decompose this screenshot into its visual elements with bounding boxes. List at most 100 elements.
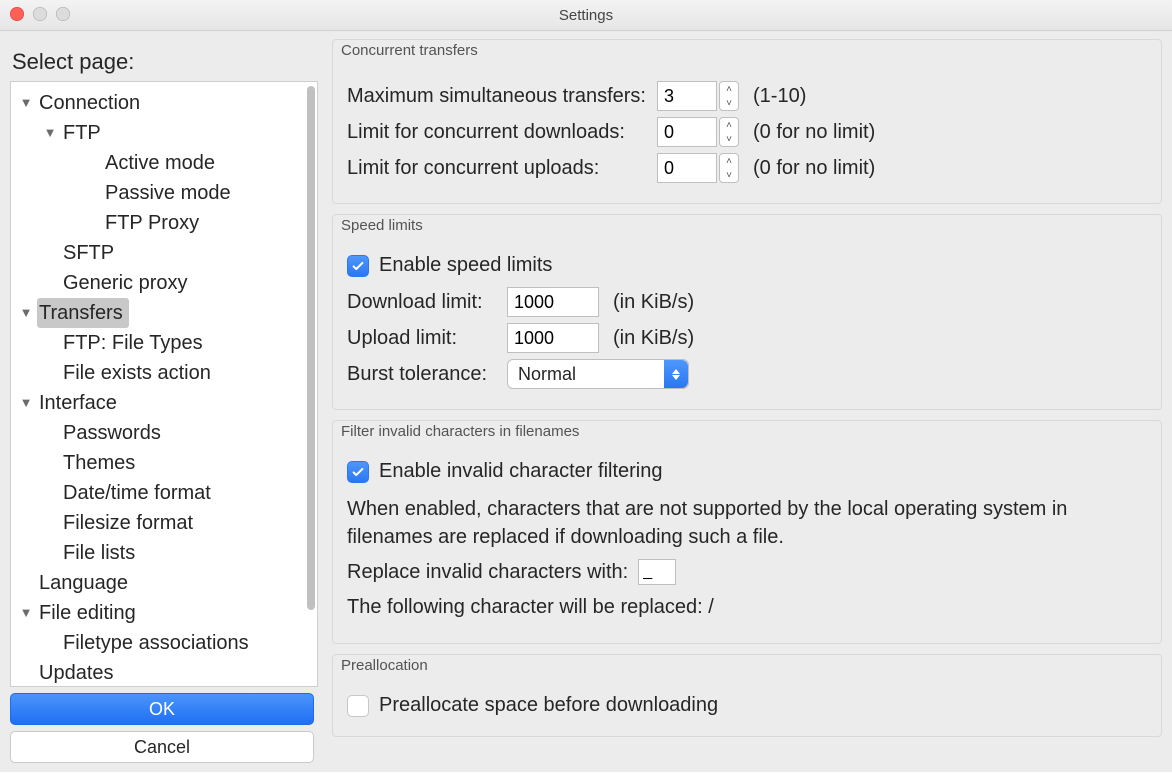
chevron-up-down-icon [664, 360, 688, 388]
disclosure-triangle-icon[interactable]: ▼ [15, 598, 37, 628]
titlebar[interactable]: Settings [0, 0, 1172, 31]
concurrent-uploads-input[interactable] [657, 153, 717, 183]
tree-item[interactable]: ▼Active mode [15, 148, 317, 178]
disclosure-triangle-icon[interactable]: ▼ [15, 88, 37, 118]
tree-item[interactable]: ▼FTP [15, 118, 317, 148]
tree-item[interactable]: ▼SFTP [15, 238, 317, 268]
tree-item-label: Active mode [103, 148, 221, 178]
upload-limit-unit: (in KiB/s) [613, 327, 694, 350]
char-filtering-description: When enabled, characters that are not su… [347, 495, 1147, 551]
window-title: Settings [559, 7, 613, 24]
window-controls [10, 7, 70, 21]
max-transfers-input[interactable] [657, 81, 717, 111]
enable-speed-limits-checkbox[interactable]: Enable speed limits [347, 254, 552, 277]
group-filter-invalid-chars: Filter invalid characters in filenames E… [332, 420, 1162, 644]
concurrent-downloads-hint: (0 for no limit) [753, 121, 875, 144]
sidebar: Select page: ▼Connection▼FTP▼Active mode… [0, 31, 318, 773]
disclosure-triangle-icon[interactable]: ▼ [15, 388, 37, 418]
tree-item[interactable]: ▼File editing [15, 598, 317, 628]
checkbox-icon [347, 695, 369, 717]
tree-item-label: File exists action [61, 358, 217, 388]
enable-char-filtering-checkbox[interactable]: Enable invalid character filtering [347, 460, 663, 483]
tree-item[interactable]: ▼Filetype associations [15, 628, 317, 658]
enable-speed-limits-label: Enable speed limits [379, 254, 552, 277]
download-limit-unit: (in KiB/s) [613, 291, 694, 314]
download-limit-label: Download limit: [347, 291, 507, 314]
tree-item-label: Passive mode [103, 178, 237, 208]
preallocate-checkbox[interactable]: Preallocate space before downloading [347, 694, 718, 717]
tree-item-label: Date/time format [61, 478, 217, 508]
tree-item-label: Themes [61, 448, 141, 478]
disclosure-triangle-icon[interactable]: ▼ [39, 118, 61, 148]
tree-item[interactable]: ▼Passwords [15, 418, 317, 448]
tree-item-label: Language [37, 568, 134, 598]
tree-item-label: SFTP [61, 238, 120, 268]
tree-item-label: FTP: File Types [61, 328, 209, 358]
concurrent-downloads-stepper[interactable]: ˄˅ [719, 117, 739, 147]
tree-item-label: File lists [61, 538, 141, 568]
enable-char-filtering-label: Enable invalid character filtering [379, 460, 663, 483]
tree-container: ▼Connection▼FTP▼Active mode▼Passive mode… [10, 81, 318, 687]
tree-item[interactable]: ▼Date/time format [15, 478, 317, 508]
tree-item[interactable]: ▼Language [15, 568, 317, 598]
checkbox-icon [347, 461, 369, 483]
ok-button[interactable]: OK [10, 693, 314, 725]
tree-item[interactable]: ▼Generic proxy [15, 268, 317, 298]
tree-item[interactable]: ▼File exists action [15, 358, 317, 388]
tree-item-label: FTP [61, 118, 107, 148]
group-speed-limits: Speed limits Enable speed limits Downloa… [332, 214, 1162, 410]
group-title: Filter invalid characters in filenames [333, 421, 1161, 446]
group-title: Speed limits [333, 215, 1161, 240]
concurrent-downloads-label: Limit for concurrent downloads: [347, 121, 657, 144]
tree-item[interactable]: ▼Transfers [15, 298, 317, 328]
group-preallocation: Preallocation Preallocate space before d… [332, 654, 1162, 737]
concurrent-uploads-hint: (0 for no limit) [753, 157, 875, 180]
tree-item-label: Filetype associations [61, 628, 255, 658]
max-transfers-label: Maximum simultaneous transfers: [347, 85, 657, 108]
burst-tolerance-value: Normal [518, 364, 576, 385]
minimize-icon[interactable] [33, 7, 47, 21]
page-tree[interactable]: ▼Connection▼FTP▼Active mode▼Passive mode… [11, 82, 317, 686]
tree-item-label: Connection [37, 88, 146, 118]
tree-item-label: Passwords [61, 418, 167, 448]
tree-item-label: File editing [37, 598, 142, 628]
tree-item[interactable]: ▼File lists [15, 538, 317, 568]
burst-tolerance-select[interactable]: Normal [507, 359, 689, 389]
max-transfers-hint: (1-10) [753, 85, 806, 108]
upload-limit-label: Upload limit: [347, 327, 507, 350]
tree-item-label: Generic proxy [61, 268, 194, 298]
group-concurrent-transfers: Concurrent transfers Maximum simultaneou… [332, 39, 1162, 204]
concurrent-downloads-input[interactable] [657, 117, 717, 147]
replace-char-input[interactable] [638, 559, 676, 585]
settings-page-transfers: Concurrent transfers Maximum simultaneou… [318, 31, 1172, 773]
tree-item[interactable]: ▼Themes [15, 448, 317, 478]
upload-limit-input[interactable] [507, 323, 599, 353]
tree-item[interactable]: ▼Connection [15, 88, 317, 118]
tree-item-label: Filesize format [61, 508, 199, 538]
group-title: Preallocation [333, 655, 1161, 680]
tree-item[interactable]: ▼Passive mode [15, 178, 317, 208]
close-icon[interactable] [10, 7, 24, 21]
replace-char-label: Replace invalid characters with: [347, 561, 628, 584]
concurrent-uploads-label: Limit for concurrent uploads: [347, 157, 657, 180]
preallocate-label: Preallocate space before downloading [379, 694, 718, 717]
disclosure-triangle-icon[interactable]: ▼ [15, 298, 37, 328]
tree-item-label: Transfers [37, 298, 129, 328]
tree-item[interactable]: ▼Interface [15, 388, 317, 418]
tree-item[interactable]: ▼Updates [15, 658, 317, 686]
zoom-icon[interactable] [56, 7, 70, 21]
tree-item[interactable]: ▼Filesize format [15, 508, 317, 538]
checkbox-icon [347, 255, 369, 277]
max-transfers-stepper[interactable]: ˄˅ [719, 81, 739, 111]
scroll-thumb[interactable] [307, 86, 315, 610]
tree-item[interactable]: ▼FTP: File Types [15, 328, 317, 358]
tree-item[interactable]: ▼FTP Proxy [15, 208, 317, 238]
scrollbar[interactable] [305, 86, 315, 682]
replaced-char-note: The following character will be replaced… [347, 593, 1147, 621]
cancel-button[interactable]: Cancel [10, 731, 314, 763]
download-limit-input[interactable] [507, 287, 599, 317]
tree-item-label: Interface [37, 388, 123, 418]
concurrent-uploads-stepper[interactable]: ˄˅ [719, 153, 739, 183]
group-title: Concurrent transfers [333, 40, 1161, 65]
burst-tolerance-label: Burst tolerance: [347, 363, 507, 386]
